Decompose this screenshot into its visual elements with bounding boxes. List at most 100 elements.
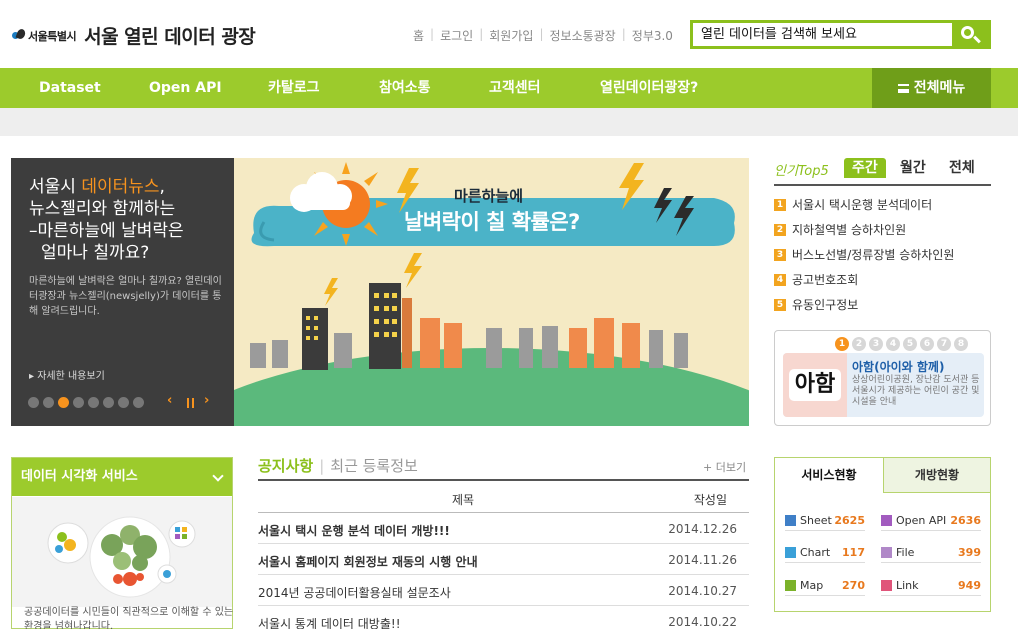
notice-date: 2014.11.26 — [668, 553, 737, 567]
stat-map[interactable]: Map 270 — [785, 579, 865, 596]
notice-title[interactable]: 2014년 공공데이터활용실태 설문조사 — [258, 584, 451, 601]
app-card[interactable]: 아함 아함(아이와 함께) 상상어린이공원, 장난감 도서관 등 서울시가 제공… — [783, 353, 984, 417]
site-logo[interactable]: 서울특별시 서울 열린 데이터 광장 — [12, 22, 256, 49]
popular-label: 인기Top5 — [774, 164, 829, 179]
banner-title: 서울시 데이터뉴스, 뉴스젤리와 함께하는 –마른하늘에 날벼락은 얼마나 칠까… — [29, 177, 184, 263]
tab-recent-registrations[interactable]: 최근 등록정보 — [330, 457, 418, 475]
slide-dot[interactable] — [133, 397, 144, 408]
viz-panel-header[interactable]: 데이터 시각화 서비스 — [12, 458, 232, 496]
bubble-chart-illustration — [12, 497, 232, 607]
popular-item[interactable]: 1 서울시 택시운행 분석데이터 — [774, 196, 932, 213]
openapi-icon — [881, 515, 892, 526]
app-page-number[interactable]: 6 — [920, 337, 934, 351]
logo-title: 서울 열린 데이터 광장 — [84, 26, 256, 48]
chart-icon — [785, 547, 796, 558]
slide-dot[interactable] — [88, 397, 99, 408]
viz-panel-title: 데이터 시각화 서비스 — [21, 469, 138, 484]
nav-item-participation[interactable]: 참여소통 — [379, 68, 431, 108]
notice-title[interactable]: 서울시 홈페이지 회원정보 재동의 시행 안내 — [258, 553, 478, 570]
app-page-number[interactable]: 1 — [835, 337, 849, 351]
top-link-home[interactable]: 홈 — [413, 27, 424, 44]
nav-item-catalog[interactable]: 카탈로그 — [268, 68, 320, 108]
search-input[interactable] — [693, 23, 953, 46]
table-row[interactable]: 서울시 통계 데이터 대방출!! 2014.10.22 — [258, 606, 749, 629]
tab-weekly[interactable]: 주간 — [844, 158, 886, 178]
logo-city-name: 서울특별시 — [28, 29, 77, 43]
slide-dot[interactable] — [28, 397, 39, 408]
notice-table: 제목 작성일 서울시 택시 운행 분석 데이터 개방!!! 2014.12.26… — [258, 479, 749, 629]
featured-app-box: 1 2 3 4 5 6 7 8 아함 아함(아이와 함께) 상상어린이공원, 장… — [774, 330, 991, 426]
top-link-info-plaza[interactable]: 정보소통광장 — [549, 27, 615, 44]
nav-item-open-api[interactable]: Open API — [149, 68, 222, 108]
table-row[interactable]: 서울시 홈페이지 회원정보 재동의 시행 안내 2014.11.26 — [258, 544, 749, 575]
next-slide-icon[interactable]: › — [204, 393, 209, 408]
app-page-number[interactable]: 5 — [903, 337, 917, 351]
app-logo: 아함 — [783, 353, 847, 417]
app-description: 상상어린이공원, 장난감 도서관 등 서울시가 제공하는 어린이 공간 및 시설… — [852, 375, 980, 407]
stat-file[interactable]: File 399 — [881, 546, 981, 563]
stat-open-api[interactable]: Open API 2636 — [881, 514, 981, 531]
app-page-number[interactable]: 4 — [886, 337, 900, 351]
popular-item[interactable]: 5 유동인구정보 — [774, 296, 858, 313]
tab-service-status[interactable]: 서비스현황 — [775, 458, 883, 493]
nav-item-dataset[interactable]: Dataset — [39, 68, 101, 108]
nav-item-customer-center[interactable]: 고객센터 — [489, 68, 541, 108]
notice-tabs: 공지사항 | 최근 등록정보 — [258, 457, 418, 475]
all-menu-label: 전체메뉴 — [913, 80, 966, 96]
banner-image-headline: 날벼락이 칠 확률은? — [404, 210, 580, 234]
notice-title[interactable]: 서울시 통계 데이터 대방출!! — [258, 615, 401, 629]
slide-dot-active[interactable] — [58, 397, 69, 408]
table-row[interactable]: 서울시 택시 운행 분석 데이터 개방!!! 2014.12.26 — [258, 513, 749, 544]
sub-nav-band — [0, 108, 1018, 136]
popular-top5-header: 인기Top5 주간 월간 전체 — [774, 158, 991, 186]
banner-image-title: 마른하늘에 — [454, 187, 524, 205]
notice-title[interactable]: 서울시 택시 운행 분석 데이터 개방!!! — [258, 522, 450, 539]
top-link-gov3[interactable]: 정부3.0 — [632, 27, 673, 44]
hamburger-icon — [897, 84, 909, 93]
stat-sheet[interactable]: Sheet 2625 — [785, 514, 865, 531]
table-row[interactable]: 2014년 공공데이터활용실태 설문조사 2014.10.27 — [258, 575, 749, 606]
app-pager: 1 2 3 4 5 6 7 8 — [835, 337, 971, 351]
app-page-number[interactable]: 3 — [869, 337, 883, 351]
prev-slide-icon[interactable]: ‹ — [167, 393, 172, 408]
stat-chart[interactable]: Chart 117 — [785, 546, 865, 563]
notice-date: 2014.10.27 — [668, 584, 737, 598]
notice-date: 2014.10.22 — [668, 615, 737, 629]
seoul-logo-icon — [12, 27, 27, 43]
popular-item[interactable]: 4 공고번호조회 — [774, 271, 858, 288]
pause-icon[interactable] — [187, 398, 194, 408]
app-page-number[interactable]: 7 — [937, 337, 951, 351]
top-link-login[interactable]: 로그인 — [440, 27, 473, 44]
tab-notices[interactable]: 공지사항 — [258, 457, 313, 475]
tab-open-status[interactable]: 개방현황 — [883, 458, 990, 493]
slide-indicators — [28, 397, 148, 408]
column-header-title: 제목 — [451, 493, 475, 507]
service-status-panel: 서비스현황 개방현황 Sheet 2625 Open API 2636 Chart 1… — [774, 457, 991, 612]
table-header: 제목 작성일 — [258, 479, 749, 513]
stat-link[interactable]: Link 949 — [881, 579, 981, 596]
app-page-number[interactable]: 8 — [954, 337, 968, 351]
popular-item[interactable]: 2 지하철역별 승하차인원 — [774, 221, 906, 238]
all-menu-button[interactable]: 전체메뉴 — [872, 68, 991, 108]
top-link-signup[interactable]: 회원가입 — [489, 27, 533, 44]
viz-description: 공공데이터를 시민들이 직관적으로 이해할 수 있는 환경을 넘혀나갑니다. — [24, 607, 234, 629]
slide-dot[interactable] — [118, 397, 129, 408]
app-page-number[interactable]: 2 — [852, 337, 866, 351]
app-name: 아함(아이와 함께) — [852, 360, 945, 374]
tab-all-time[interactable]: 전체 — [949, 158, 975, 178]
banner-more-link[interactable]: ▸ 자세한 내용보기 — [29, 367, 105, 382]
popular-item[interactable]: 3 버스노선별/정류장별 승하차인원 — [774, 246, 954, 263]
nav-item-about[interactable]: 열린데이터광장? — [600, 68, 698, 108]
notice-more-link[interactable]: + 더보기 — [703, 459, 746, 475]
banner-image[interactable]: 마른하늘에 날벼락이 칠 확률은? — [234, 158, 749, 426]
slide-dot[interactable] — [73, 397, 84, 408]
search-box — [690, 20, 991, 49]
tab-monthly[interactable]: 월간 — [900, 158, 926, 178]
notice-date: 2014.12.26 — [668, 522, 737, 536]
banner-title-highlight: 데이터뉴스 — [81, 177, 160, 197]
banner-description: 마른하늘에 날벼락은 얼마나 칠까요? 열린데이터광장과 뉴스젤리(newsje… — [29, 276, 222, 317]
slide-dot[interactable] — [103, 397, 114, 408]
slide-dot[interactable] — [43, 397, 54, 408]
file-icon — [881, 547, 892, 558]
search-button[interactable] — [952, 23, 988, 46]
